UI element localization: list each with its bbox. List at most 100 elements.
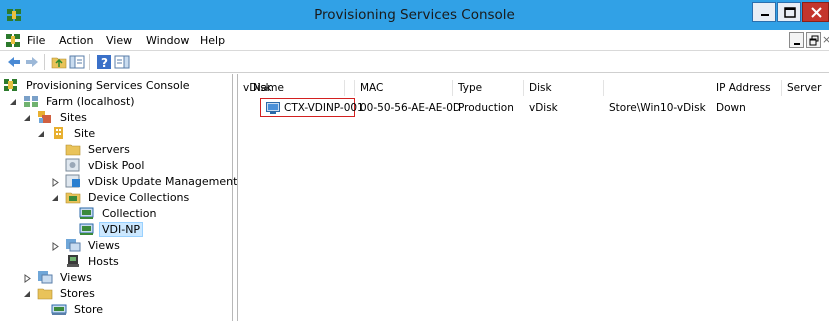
tree-label: Stores xyxy=(60,286,95,300)
collapse-icon[interactable] xyxy=(37,129,46,138)
minimize-icon xyxy=(794,43,800,45)
mdi-close-icon[interactable]: × xyxy=(822,33,829,46)
collection-icon xyxy=(79,222,95,236)
expand-icon[interactable] xyxy=(51,177,60,187)
stores-icon xyxy=(37,286,53,300)
tree-item-collection[interactable]: Collection xyxy=(79,205,159,221)
mdi-controls xyxy=(789,32,823,48)
show-hide-tree-icon[interactable] xyxy=(69,54,85,70)
expand-icon[interactable] xyxy=(51,241,60,251)
toolbar-separator xyxy=(44,54,45,70)
help-icon[interactable]: ? xyxy=(96,54,112,70)
tree-item-vdisk-update-management[interactable]: vDisk Update Management xyxy=(51,173,240,189)
menu-help[interactable]: Help xyxy=(200,34,225,47)
expand-icon[interactable] xyxy=(23,273,32,283)
tree-label: Servers xyxy=(88,142,130,156)
svg-text:?: ? xyxy=(101,56,108,70)
tree-label: vDisk Pool xyxy=(88,158,145,172)
tree-label: Hosts xyxy=(88,254,119,268)
minimize-button[interactable] xyxy=(752,2,776,22)
site-icon xyxy=(51,126,67,140)
collapse-icon[interactable] xyxy=(23,113,32,122)
toolbar: ? xyxy=(0,51,829,73)
tree-label: vDisk Update Management xyxy=(88,174,238,188)
hosts-icon xyxy=(65,254,81,268)
menu-action[interactable]: Action xyxy=(59,34,93,47)
up-folder-icon[interactable] xyxy=(51,54,67,70)
toolbar-separator xyxy=(89,54,90,70)
tree-label: Collection xyxy=(102,206,157,220)
minimize-icon xyxy=(761,14,769,16)
collection-icon xyxy=(79,206,95,220)
back-arrow-icon[interactable] xyxy=(6,54,22,70)
menu-file[interactable]: File xyxy=(27,34,45,47)
vdisk-update-icon xyxy=(65,174,81,188)
tree-label: Sites xyxy=(60,110,87,124)
vdisk-pool-icon xyxy=(65,158,81,172)
device-collections-icon xyxy=(65,190,81,204)
tree-item-vdisk-pool[interactable]: vDisk Pool xyxy=(65,157,147,173)
restore-icon xyxy=(809,35,819,46)
views-icon xyxy=(65,238,81,252)
tree-label: Store xyxy=(74,302,104,316)
cell-server xyxy=(782,100,787,117)
tree-item-device-collections[interactable]: Device Collections xyxy=(51,189,192,205)
menu-window[interactable]: Window xyxy=(146,34,189,47)
tree-label: Provisioning Services Console xyxy=(26,78,190,92)
servers-icon xyxy=(65,142,81,156)
tree-item-root[interactable]: Provisioning Services Console xyxy=(3,77,193,93)
cell-disk: vDisk xyxy=(529,102,558,114)
column-header-ip-address[interactable]: IP Address xyxy=(711,80,782,96)
mdi-restore-button[interactable] xyxy=(806,32,821,48)
column-header-vdisk[interactable]: vDisk xyxy=(238,80,345,96)
tree-label: Device Collections xyxy=(88,190,190,204)
maximize-icon xyxy=(784,7,796,18)
tree-item-store[interactable]: Store xyxy=(51,301,106,317)
tree-label: Site xyxy=(74,126,96,140)
close-button[interactable] xyxy=(802,2,829,22)
forward-arrow-icon[interactable] xyxy=(24,54,40,70)
cell-name: CTX-VDINP-001 xyxy=(284,102,364,114)
maximize-button[interactable] xyxy=(777,2,801,22)
column-header-disk[interactable]: Disk xyxy=(524,80,604,96)
menu-view[interactable]: View xyxy=(106,34,132,47)
title-bar: Provisioning Services Console xyxy=(0,0,829,30)
mdi-minimize-button[interactable] xyxy=(789,32,804,48)
column-header-server[interactable]: Server xyxy=(782,80,829,96)
store-icon xyxy=(51,302,67,316)
collapse-icon[interactable] xyxy=(51,193,60,202)
close-icon xyxy=(811,7,822,18)
table-row[interactable]: CTX-VDINP-001 00-50-56-AE-AE-0D Producti… xyxy=(238,98,829,117)
tree-label: Views xyxy=(88,238,120,252)
tree-item-stores[interactable]: Stores xyxy=(23,285,98,301)
tree-item-site[interactable]: Site xyxy=(37,125,98,141)
tree-item-farm-views[interactable]: Views xyxy=(23,269,95,285)
farm-icon xyxy=(23,94,39,108)
console-tree: Provisioning Services Console Farm (loca… xyxy=(0,74,237,321)
tree-item-vdi-np[interactable]: VDI-NP xyxy=(79,221,144,237)
tree-label: VDI-NP xyxy=(99,221,144,237)
tree-item-site-views[interactable]: Views xyxy=(51,237,123,253)
details-pane: Name MAC Type Disk vDisk IP Address Serv… xyxy=(237,74,829,321)
collapse-icon[interactable] xyxy=(9,97,18,106)
tree-item-farm[interactable]: Farm (localhost) xyxy=(9,93,138,109)
sites-icon xyxy=(37,110,53,124)
tree-label: Farm (localhost) xyxy=(46,94,135,108)
window-title: Provisioning Services Console xyxy=(314,7,515,23)
tree-item-sites[interactable]: Sites xyxy=(23,109,90,125)
tree-label: Views xyxy=(60,270,92,284)
views-icon xyxy=(37,270,53,284)
menu-bar: File Action View Window Help × xyxy=(0,30,829,51)
target-device-icon xyxy=(266,102,280,114)
tree-item-hosts[interactable]: Hosts xyxy=(65,253,122,269)
cell-type: Production xyxy=(458,102,514,114)
tree-item-servers[interactable]: Servers xyxy=(65,141,133,157)
cell-vdisk: Store\Win10-vDisk xyxy=(609,102,706,114)
collapse-icon[interactable] xyxy=(23,289,32,298)
cell-mac: 00-50-56-AE-AE-0D xyxy=(360,102,461,114)
action-pane-icon[interactable] xyxy=(114,54,130,70)
mmc-icon[interactable] xyxy=(6,34,20,47)
column-header-mac[interactable]: MAC xyxy=(355,80,453,96)
pvs-console-icon xyxy=(3,78,19,92)
column-header-type[interactable]: Type xyxy=(453,80,524,96)
